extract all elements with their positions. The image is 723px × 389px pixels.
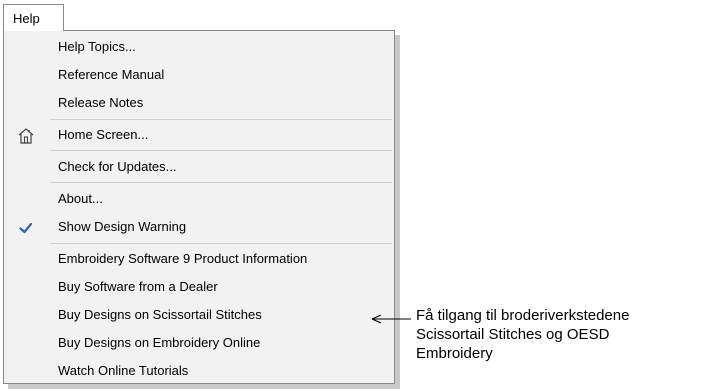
callout-arrow [371,314,411,324]
